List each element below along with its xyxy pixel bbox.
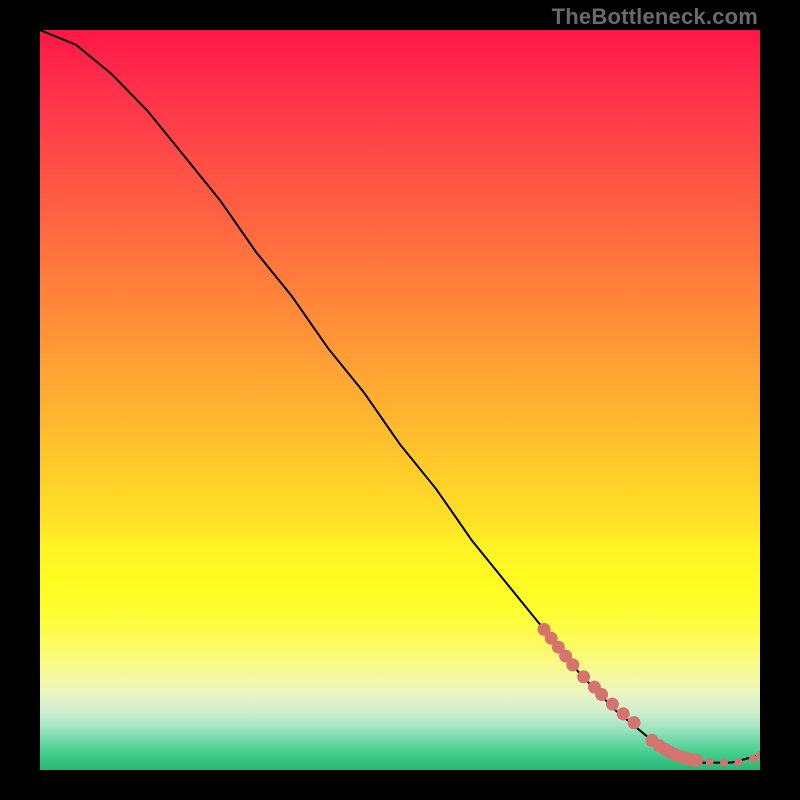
scatter-point xyxy=(706,758,714,766)
watermark-text: TheBottleneck.com xyxy=(552,4,758,30)
scatter-points xyxy=(538,623,761,767)
chart-frame: TheBottleneck.com xyxy=(0,0,800,800)
scatter-point xyxy=(720,759,728,767)
scatter-point xyxy=(749,755,757,763)
scatter-point xyxy=(690,754,703,767)
scatter-point xyxy=(606,698,619,711)
plot-area xyxy=(40,30,760,770)
chart-svg xyxy=(40,30,760,770)
scatter-point xyxy=(566,658,579,671)
scatter-point xyxy=(628,716,641,729)
scatter-point xyxy=(577,670,590,683)
scatter-point xyxy=(595,688,608,701)
curve-line xyxy=(40,30,760,763)
scatter-point xyxy=(617,707,630,720)
scatter-point xyxy=(734,758,742,766)
